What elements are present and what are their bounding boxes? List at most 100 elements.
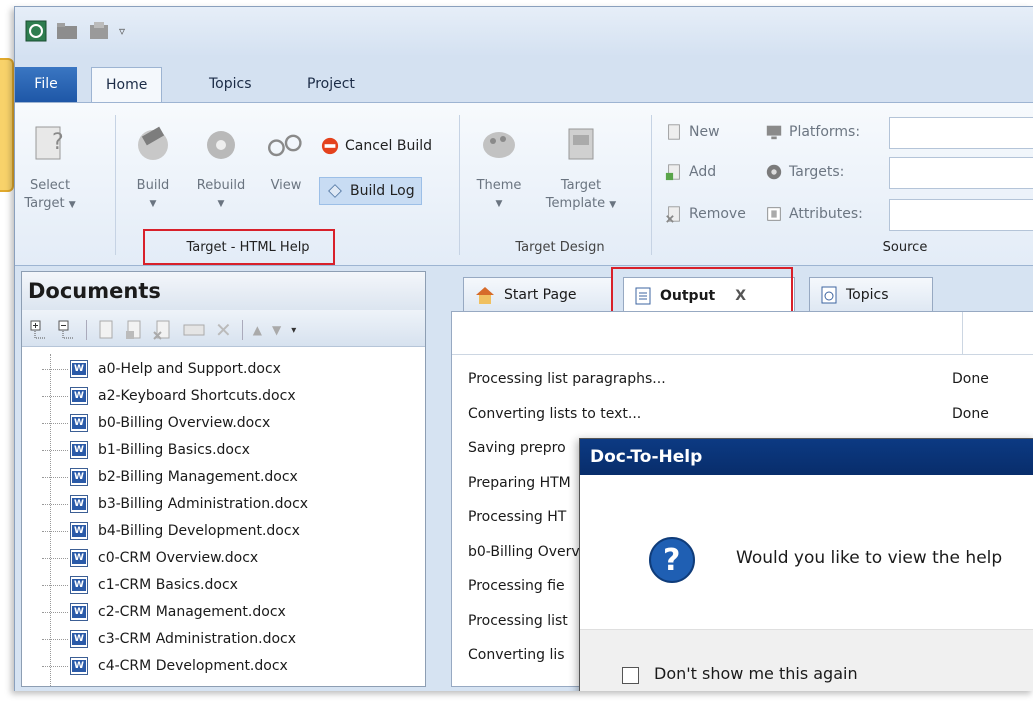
word-document-icon (70, 441, 88, 459)
select-target-button[interactable]: ? Select Target ▼ (15, 121, 85, 214)
tree-connector (42, 395, 68, 397)
remove-doc-icon[interactable] (153, 320, 173, 340)
column-divider (962, 312, 963, 354)
document-item[interactable]: b2-Billing Management.docx (42, 466, 298, 488)
target-template-button[interactable]: Target Template ▼ (539, 121, 623, 214)
new-button[interactable]: New (665, 123, 720, 141)
tree-connector (42, 611, 68, 613)
documents-toolbar: ✕ ▲ ▼ ▾ (22, 310, 425, 347)
view-button[interactable]: View (259, 121, 313, 195)
dropdown-arrow-icon: ▼ (149, 199, 157, 209)
glasses-icon (268, 134, 302, 157)
document-item[interactable]: c2-CRM Management.docx (42, 601, 286, 623)
tab-topics[interactable]: Topics (195, 67, 266, 102)
document-item[interactable]: b4-Billing Development.docx (42, 520, 300, 542)
word-document-icon (70, 387, 88, 405)
document-name: c1-CRM Basics.docx (98, 577, 238, 593)
tree-connector (42, 557, 68, 559)
document-name: b0-Billing Overview.docx (98, 415, 271, 431)
gears-icon (207, 131, 235, 159)
output-message: Processing fie (468, 578, 565, 594)
toolbar-overflow-icon[interactable]: ▾ (291, 325, 296, 336)
tree-connector (42, 638, 68, 640)
new-document-icon (668, 124, 680, 140)
theme-label: Theme (476, 178, 522, 193)
app-icon[interactable] (25, 20, 47, 42)
platforms-label-group: Platforms: (765, 123, 860, 141)
document-name: b3-Billing Administration.docx (98, 496, 309, 512)
cancel-build-label: Cancel Build (345, 138, 433, 154)
output-row: Processing list paragraphs... Done (452, 364, 1033, 394)
build-button[interactable]: Build ▼ (123, 121, 183, 213)
select-target-label: Target (24, 196, 65, 211)
word-document-icon (70, 630, 88, 648)
ribbon-tab-bar: File Home Topics Project (15, 57, 1033, 103)
group-label-design: Target Design (515, 240, 605, 255)
targets-label: Targets: (789, 164, 845, 180)
question-document-icon: ? (35, 126, 64, 160)
toolbar-separator (241, 320, 243, 340)
document-name: a2-Keyboard Shortcuts.docx (98, 388, 296, 404)
start-page-label: Start Page (504, 286, 577, 303)
toolbar-separator (86, 320, 87, 340)
target-template-line1: Target (560, 178, 602, 193)
rebuild-button[interactable]: Rebuild ▼ (189, 121, 253, 213)
dialog-title: Doc-To-Help (580, 439, 1033, 475)
theme-button[interactable]: Theme ▼ (471, 121, 527, 213)
svg-text:?: ? (663, 543, 680, 578)
cancel-build-button[interactable]: Cancel Build (321, 137, 432, 155)
platforms-field[interactable] (889, 117, 1033, 149)
dialog-footer: Don't show me this again (580, 629, 1033, 691)
output-message: Processing list (468, 612, 568, 629)
tab-file[interactable]: File (15, 67, 77, 102)
remove-label: Remove (689, 206, 746, 222)
document-item[interactable]: c4-CRM Development.docx (42, 655, 288, 677)
dont-show-label: Don't show me this again (654, 664, 858, 683)
tab-project[interactable]: Project (293, 67, 369, 102)
new-doc-icon[interactable] (97, 320, 115, 340)
document-item[interactable]: a2-Keyboard Shortcuts.docx (42, 385, 296, 407)
ribbon-separator (115, 115, 116, 255)
side-highlight-tab (0, 58, 14, 192)
tab-topics-doc[interactable]: Topics (809, 277, 933, 311)
output-table-header (452, 312, 1033, 355)
move-down-icon[interactable]: ▼ (272, 323, 281, 337)
delete-icon[interactable]: ✕ (215, 318, 232, 342)
document-item[interactable]: b0-Billing Overview.docx (42, 412, 270, 434)
word-document-icon (70, 495, 88, 513)
customize-toolbar-icon[interactable]: ▿ (119, 20, 125, 42)
save-project-icon[interactable] (87, 20, 111, 42)
collapse-all-icon[interactable] (58, 320, 76, 340)
build-log-button[interactable]: Build Log (319, 177, 422, 205)
attributes-field[interactable] (889, 199, 1033, 231)
add-document-icon (665, 164, 680, 181)
home-icon (476, 286, 494, 304)
log-icon (328, 184, 342, 198)
dont-show-checkbox[interactable] (622, 667, 639, 684)
output-message: Converting lis (468, 647, 565, 663)
rename-icon[interactable] (183, 320, 205, 340)
dialog-question: Would you like to view the help (736, 548, 1003, 568)
document-item[interactable]: c1-CRM Basics.docx (42, 574, 238, 596)
open-folder-icon[interactable] (55, 20, 79, 42)
move-up-icon[interactable]: ▲ (253, 323, 262, 337)
ribbon-panel: ? Select Target ▼ Build ▼ Rebuild ▼ View… (15, 102, 1033, 266)
document-item[interactable]: b1-Billing Basics.docx (42, 439, 250, 461)
hammer-icon (138, 126, 168, 160)
document-item[interactable]: c3-CRM Administration.docx (42, 628, 296, 650)
tab-home[interactable]: Home (91, 67, 163, 103)
documents-title: Documents (22, 272, 425, 310)
add-button[interactable]: Add (665, 163, 716, 181)
document-item[interactable]: b3-Billing Administration.docx (42, 493, 308, 515)
remove-button[interactable]: Remove (665, 205, 746, 223)
tab-start-page[interactable]: Start Page (463, 277, 613, 311)
document-item[interactable]: c0-CRM Overview.docx (42, 547, 258, 569)
target-template-line2: Template ▼ (539, 195, 623, 214)
expand-all-icon[interactable] (30, 320, 48, 340)
document-name: c0-CRM Overview.docx (98, 550, 259, 566)
add-doc-icon[interactable] (125, 320, 143, 340)
select-target-line2: Target ▼ (15, 195, 85, 214)
targets-field[interactable] (889, 157, 1033, 189)
document-item[interactable]: a0-Help and Support.docx (42, 358, 281, 380)
document-name: b4-Billing Development.docx (98, 523, 300, 539)
